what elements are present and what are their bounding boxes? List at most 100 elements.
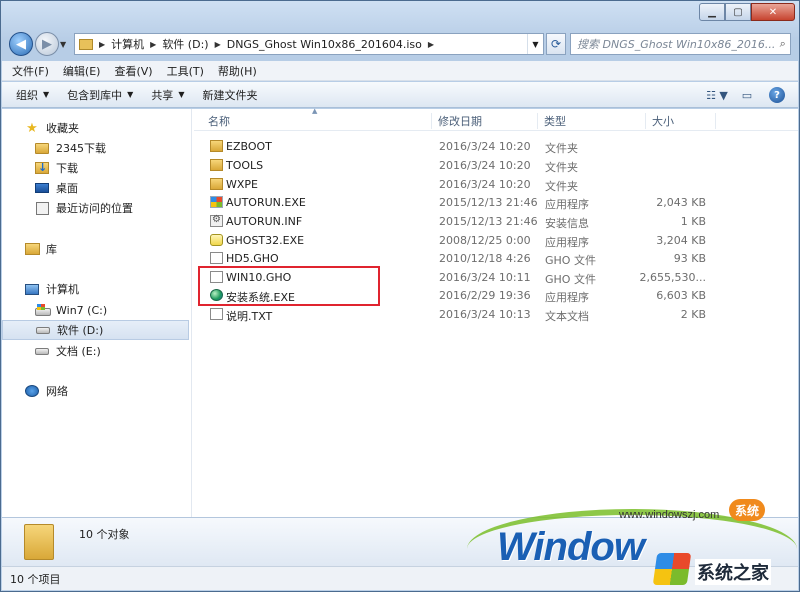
- menu-tools[interactable]: 工具(T): [167, 63, 204, 79]
- file-name: EZBOOT: [226, 140, 272, 153]
- document-icon: [210, 252, 223, 264]
- nav-drive-c[interactable]: Win7 (C:): [2, 300, 189, 320]
- nav-item-recent-places[interactable]: 最近访问的位置: [2, 198, 189, 218]
- back-button[interactable]: ◀: [9, 32, 33, 56]
- status-item-count: 10 个项目: [10, 572, 61, 586]
- nav-favorites-label: 收藏夹: [46, 122, 79, 135]
- chevron-down-icon: ▼: [127, 90, 134, 99]
- nav-drive-d[interactable]: 软件 (D:): [2, 320, 189, 340]
- search-input[interactable]: 搜索 DNGS_Ghost Win10x86_2016... ⌕: [570, 33, 791, 55]
- column-name[interactable]: 名称: [202, 113, 432, 129]
- chevron-down-icon: ▼: [43, 90, 50, 99]
- chevron-right-icon[interactable]: ▶: [99, 40, 105, 49]
- nav-drive-e[interactable]: 文档 (E:): [2, 341, 189, 361]
- file-type: GHO 文件: [545, 273, 596, 286]
- nav-drive-label: 软件 (D:): [57, 324, 104, 337]
- download-folder-icon: [34, 161, 50, 175]
- file-type: 应用程序: [545, 236, 589, 249]
- computer-icon: [24, 282, 40, 296]
- caption-buttons: ▁ ▢ ✕: [699, 3, 795, 21]
- maximize-button[interactable]: ▢: [725, 3, 751, 21]
- search-icon[interactable]: ⌕: [775, 37, 790, 51]
- folder-icon: [34, 141, 50, 155]
- file-date: 2016/3/24 10:13: [439, 308, 531, 321]
- file-date: 2016/2/29 19:36: [439, 289, 531, 302]
- file-type: 文件夹: [545, 180, 578, 193]
- breadcrumb-iso-folder[interactable]: DNGS_Ghost Win10x86_201604.iso: [227, 38, 422, 51]
- minimize-button[interactable]: ▁: [699, 3, 725, 21]
- view-options-icon[interactable]: ☷ ▼: [706, 86, 728, 104]
- file-name: 说明.TXT: [226, 310, 273, 323]
- file-name: AUTORUN.INF: [226, 215, 303, 228]
- address-bar[interactable]: ▶ 计算机 ▶ 软件 (D:) ▶ DNGS_Ghost Win10x86_20…: [74, 33, 544, 55]
- include-library-button[interactable]: 包含到库中 ▼: [67, 87, 133, 103]
- refresh-button[interactable]: ⟳: [546, 33, 566, 55]
- file-name: TOOLS: [226, 159, 264, 172]
- nav-item-desktop[interactable]: 桌面: [2, 178, 189, 198]
- file-size: 6,603 KB: [656, 289, 706, 302]
- chevron-right-icon[interactable]: ▶: [215, 40, 221, 49]
- share-button[interactable]: 共享 ▼: [151, 87, 184, 103]
- navigation-pane: ★ 收藏夹 2345下载 下载 桌面 最近访问的位置 库: [2, 109, 192, 517]
- file-row[interactable]: GHOST32.EXE 2008/12/25 0:00 应用程序 3,204 K…: [194, 232, 798, 250]
- nav-network-label: 网络: [46, 385, 68, 398]
- file-row[interactable]: AUTORUN.INF 2015/12/13 21:46 安装信息 1 KB: [194, 213, 798, 231]
- file-type: 应用程序: [545, 198, 589, 211]
- network-icon: [24, 384, 40, 398]
- folder-icon: [210, 178, 223, 190]
- column-type[interactable]: 类型: [538, 113, 646, 129]
- file-date: 2016/3/24 10:20: [439, 159, 531, 172]
- forward-button[interactable]: ▶: [35, 32, 59, 56]
- close-button[interactable]: ✕: [751, 3, 795, 21]
- file-row[interactable]: EZBOOT 2016/3/24 10:20 文件夹: [194, 138, 798, 156]
- recent-pages-dropdown[interactable]: ▼: [60, 40, 70, 49]
- file-row[interactable]: TOOLS 2016/3/24 10:20 文件夹: [194, 157, 798, 175]
- windows-drive-icon: [34, 303, 51, 317]
- nav-computer[interactable]: 计算机: [2, 279, 189, 299]
- command-bar: 组织 ▼ 包含到库中 ▼ 共享 ▼ 新建文件夹 ☷ ▼ ▭ ?: [2, 82, 798, 108]
- file-name: GHOST32.EXE: [226, 234, 305, 247]
- file-date: 2016/3/24 10:20: [439, 140, 531, 153]
- file-name: HD5.GHO: [226, 252, 279, 265]
- nav-item-downloads[interactable]: 下载: [2, 158, 189, 178]
- organize-button[interactable]: 组织 ▼: [16, 87, 49, 103]
- file-row[interactable]: WXPE 2016/3/24 10:20 文件夹: [194, 176, 798, 194]
- address-dropdown[interactable]: ▼: [527, 34, 543, 54]
- file-type: 文件夹: [545, 161, 578, 174]
- nav-item-label: 下载: [56, 162, 78, 175]
- drive-icon: [35, 323, 51, 337]
- column-headers: ▲ 名称 修改日期 类型 大小: [194, 107, 798, 131]
- nav-computer-label: 计算机: [46, 283, 79, 296]
- object-count: 10 个对象: [79, 528, 130, 541]
- column-date[interactable]: 修改日期: [432, 113, 538, 129]
- file-date: 2010/12/18 4:26: [439, 252, 531, 265]
- nav-libraries[interactable]: 库: [2, 239, 189, 259]
- help-icon: ?: [769, 87, 785, 103]
- help-button[interactable]: ?: [766, 86, 788, 104]
- menu-help[interactable]: 帮助(H): [218, 63, 257, 79]
- menu-edit[interactable]: 编辑(E): [63, 63, 101, 79]
- chevron-right-icon[interactable]: ▶: [428, 40, 434, 49]
- menu-file[interactable]: 文件(F): [12, 63, 49, 79]
- ghost-app-icon: [210, 234, 223, 246]
- menu-view[interactable]: 查看(V): [114, 63, 152, 79]
- nav-favorites[interactable]: ★ 收藏夹: [2, 118, 189, 138]
- preview-pane-icon[interactable]: ▭: [736, 86, 758, 104]
- file-size: 2,043 KB: [656, 196, 706, 209]
- breadcrumb-computer[interactable]: 计算机: [111, 36, 144, 52]
- file-type: 文本文档: [545, 310, 589, 323]
- breadcrumb-drive-d[interactable]: 软件 (D:): [162, 36, 208, 52]
- file-type: 应用程序: [545, 291, 589, 304]
- drive-icon: [34, 344, 50, 358]
- column-size[interactable]: 大小: [646, 113, 716, 129]
- file-date: 2016/3/24 10:11: [439, 271, 531, 284]
- folder-icon: [24, 524, 54, 560]
- new-folder-button[interactable]: 新建文件夹: [202, 87, 257, 103]
- file-row[interactable]: AUTORUN.EXE 2015/12/13 21:46 应用程序 2,043 …: [194, 194, 798, 212]
- file-size: 93 KB: [673, 252, 706, 265]
- nav-item-2345-downloads[interactable]: 2345下载: [2, 138, 189, 158]
- file-row[interactable]: 说明.TXT 2016/3/24 10:13 文本文档 2 KB: [194, 306, 798, 324]
- nav-network[interactable]: 网络: [2, 381, 189, 401]
- chevron-right-icon[interactable]: ▶: [150, 40, 156, 49]
- folder-icon: [210, 159, 223, 171]
